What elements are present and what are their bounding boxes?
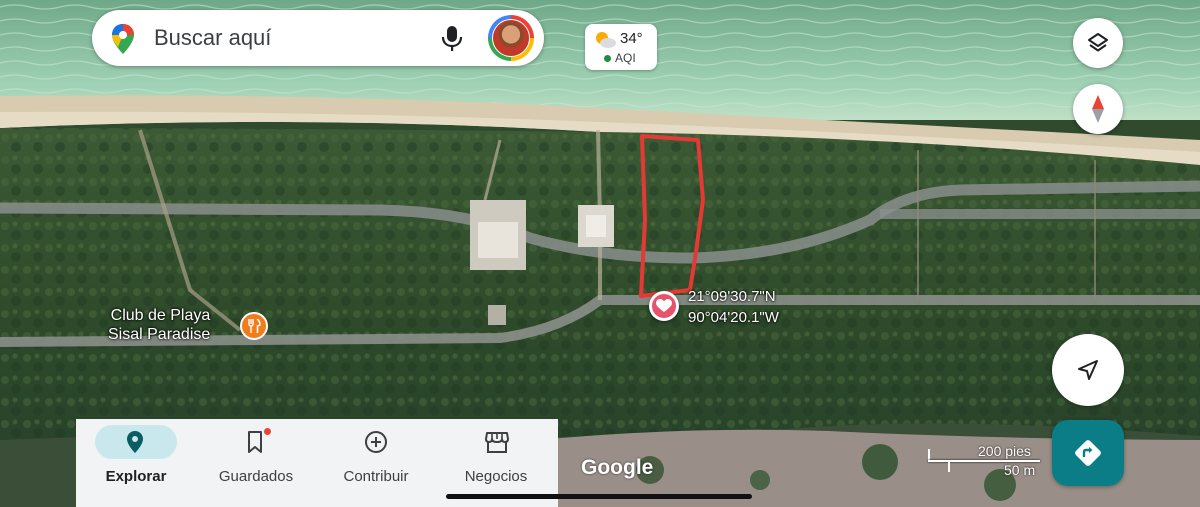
- latitude: 21°09'30.7"N: [688, 288, 776, 305]
- explore-pin-icon: [127, 431, 143, 453]
- partly-cloudy-icon: [596, 32, 616, 48]
- nav-label: Negocios: [464, 468, 528, 485]
- poi-label[interactable]: Club de Playa Sisal Paradise: [108, 306, 210, 344]
- temperature: 34°: [620, 30, 643, 47]
- aqi-label: AQI: [615, 51, 636, 65]
- poi-name-line2: Sisal Paradise: [108, 326, 211, 343]
- directions-icon: [1075, 440, 1101, 466]
- dropped-pin-marker[interactable]: [649, 291, 679, 321]
- nav-label: Contribuir: [343, 468, 409, 485]
- nav-contribuir[interactable]: Contribuir: [316, 419, 436, 507]
- scale-bar: 200 pies 50 m: [928, 443, 1046, 479]
- google-logo: Google: [581, 456, 654, 479]
- google-maps-pin-icon: [112, 24, 134, 54]
- weather-chip[interactable]: 34° AQI: [585, 24, 657, 70]
- my-location-button[interactable]: [1052, 334, 1124, 406]
- aqi-status-dot: [604, 55, 611, 62]
- compass-icon: [1092, 95, 1104, 123]
- bookmark-icon: [248, 431, 262, 453]
- compass-button[interactable]: [1073, 84, 1123, 134]
- navigation-arrow-icon: [1078, 360, 1098, 380]
- directions-button[interactable]: [1052, 420, 1124, 486]
- nav-guardados[interactable]: Guardados: [196, 419, 316, 507]
- nav-label: Explorar: [105, 468, 167, 485]
- restaurant-poi-marker[interactable]: [240, 312, 268, 340]
- layers-icon: [1088, 33, 1108, 52]
- notification-badge: [264, 428, 271, 435]
- microphone-icon[interactable]: [440, 24, 464, 52]
- profile-avatar[interactable]: [488, 15, 534, 61]
- nav-explorar[interactable]: Explorar: [76, 419, 196, 507]
- storefront-icon: [485, 432, 509, 453]
- layers-button[interactable]: [1073, 18, 1123, 68]
- scale-metric: 50 m: [1004, 462, 1036, 478]
- dropped-pin-coordinates: 21°09'30.7"N 90°04'20.1"W: [688, 286, 779, 328]
- longitude: 90°04'20.1"W: [688, 309, 779, 326]
- add-circle-icon: [365, 431, 387, 453]
- heart-icon: [656, 299, 672, 312]
- search-input[interactable]: Buscar aquí: [154, 25, 271, 51]
- restaurant-icon: [248, 319, 261, 333]
- search-bar[interactable]: Buscar aquí: [92, 10, 544, 66]
- scale-imperial: 200 pies: [978, 443, 1031, 459]
- nav-label: Guardados: [218, 468, 294, 485]
- home-indicator[interactable]: [446, 494, 752, 499]
- poi-name-line1: Club de Playa: [110, 307, 211, 324]
